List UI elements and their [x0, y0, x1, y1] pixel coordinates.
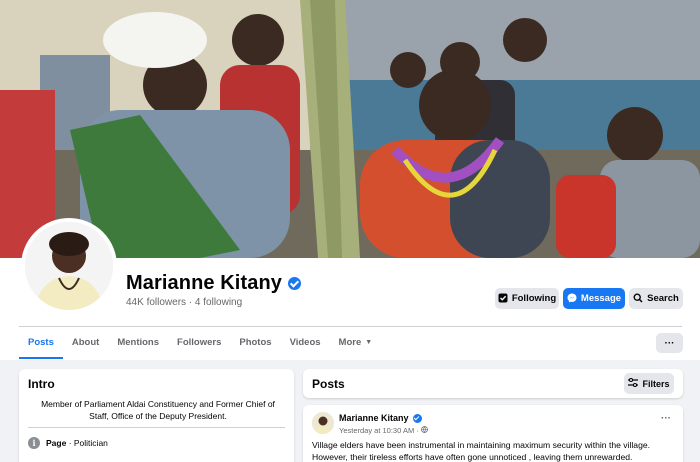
cover-photo[interactable] — [0, 0, 700, 258]
tab-label: Videos — [289, 337, 321, 348]
post-options-icon[interactable]: ··· — [661, 413, 671, 424]
profile-stats: 44K followers · 4 following — [126, 297, 242, 308]
post-timestamp[interactable]: Yesterday at 10:30 AM · — [339, 426, 428, 435]
profile-avatar[interactable] — [21, 218, 117, 314]
tab-mentions[interactable]: Mentions — [108, 333, 168, 359]
search-button-label: Search — [647, 293, 679, 304]
tab-label: Posts — [28, 337, 54, 348]
post-text: Village elders have been instrumental in… — [312, 440, 651, 462]
followers-count[interactable]: 44K followers — [126, 297, 186, 308]
posts-header-card: Posts Filters — [303, 369, 683, 398]
search-button[interactable]: Search — [629, 288, 683, 309]
header-divider — [19, 326, 682, 327]
profile-name-text: Marianne Kitany — [126, 272, 282, 294]
globe-icon — [420, 426, 428, 435]
post-avatar-image — [312, 412, 334, 434]
posts-title: Posts — [312, 377, 345, 391]
filters-label: Filters — [642, 378, 670, 389]
following-check-icon — [498, 293, 508, 305]
intro-divider — [28, 427, 285, 428]
tab-label: Photos — [239, 337, 272, 348]
more-options-button[interactable]: ··· — [656, 333, 683, 353]
verified-badge-icon — [287, 277, 301, 290]
filters-icon — [628, 377, 639, 389]
stats-separator: · — [186, 297, 195, 308]
messenger-icon — [567, 293, 577, 305]
intro-title: Intro — [28, 377, 55, 391]
info-icon: i — [28, 437, 40, 449]
tab-label: About — [71, 337, 100, 348]
post-author[interactable]: Marianne Kitany — [339, 413, 422, 423]
tab-label: More — [338, 337, 362, 348]
tab-followers[interactable]: Followers — [168, 333, 230, 359]
more-options-icon: ··· — [664, 337, 675, 349]
profile-name: Marianne Kitany — [126, 272, 301, 295]
caret-down-icon: ▼ — [365, 339, 373, 346]
post-author-avatar[interactable] — [312, 412, 334, 434]
tab-label: Followers — [177, 337, 222, 348]
cover-photo-image — [0, 0, 700, 258]
post-card: Marianne Kitany Yesterday at 10:30 AM · … — [303, 405, 683, 462]
avatar-image — [25, 222, 113, 310]
verified-badge-icon — [412, 413, 422, 423]
tab-posts[interactable]: Posts — [19, 333, 63, 359]
tab-photos[interactable]: Photos — [230, 333, 280, 359]
intro-card: Intro Member of Parliament Aldai Constit… — [19, 369, 294, 462]
tab-more[interactable]: More ▼ — [330, 333, 382, 359]
post-time-text: Yesterday at 10:30 AM · — [339, 426, 421, 435]
message-button-label: Message — [580, 293, 622, 304]
search-icon — [633, 292, 643, 305]
profile-tabs: Posts About Mentions Followers Photos Vi… — [19, 333, 381, 359]
following-count[interactable]: 4 following — [195, 297, 242, 308]
following-button-label: Following — [511, 293, 557, 304]
page-category: · Politician — [66, 438, 108, 448]
post-author-name[interactable]: Marianne Kitany — [339, 413, 409, 423]
message-button[interactable]: Message — [563, 288, 625, 309]
tab-about[interactable]: About — [63, 333, 108, 359]
page-category-row: i Page · Politician — [28, 437, 108, 449]
intro-bio: Member of Parliament Aldai Constituency … — [41, 399, 275, 421]
tab-videos[interactable]: Videos — [281, 333, 330, 359]
tab-label: Mentions — [117, 337, 160, 348]
following-button[interactable]: Following — [495, 288, 559, 309]
filters-button[interactable]: Filters — [624, 373, 674, 394]
page-label: Page — [46, 438, 67, 448]
